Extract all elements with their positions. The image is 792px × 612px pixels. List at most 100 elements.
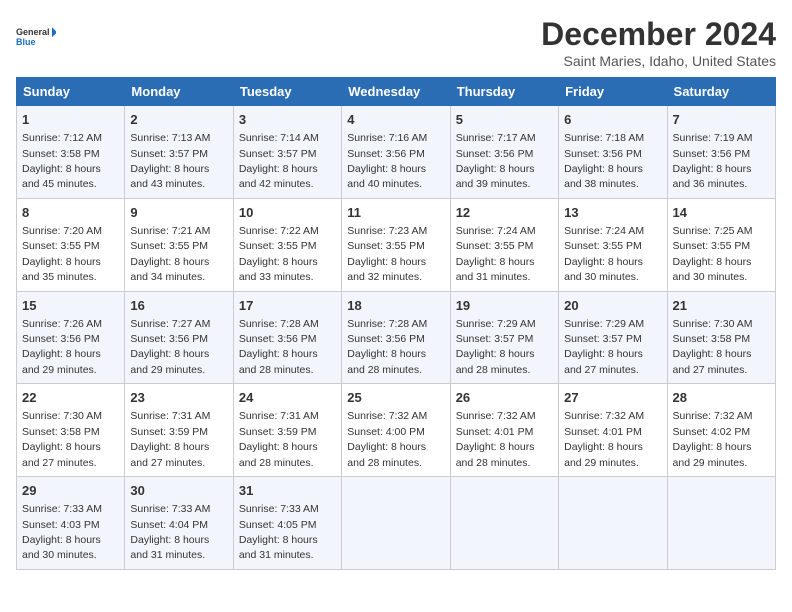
logo: General Blue xyxy=(16,16,56,56)
col-header-saturday: Saturday xyxy=(667,78,775,106)
day-number: 29 xyxy=(22,482,119,500)
calendar-cell: 26 Sunrise: 7:32 AMSunset: 4:01 PMDaylig… xyxy=(450,384,558,477)
calendar-cell: 8 Sunrise: 7:20 AMSunset: 3:55 PMDayligh… xyxy=(17,198,125,291)
day-number: 5 xyxy=(456,111,553,129)
day-number: 20 xyxy=(564,297,661,315)
calendar-cell: 5 Sunrise: 7:17 AMSunset: 3:56 PMDayligh… xyxy=(450,106,558,199)
day-info: Sunrise: 7:18 AMSunset: 3:56 PMDaylight:… xyxy=(564,132,644,190)
svg-text:General: General xyxy=(16,27,50,37)
day-number: 19 xyxy=(456,297,553,315)
col-header-friday: Friday xyxy=(559,78,667,106)
day-number: 11 xyxy=(347,204,444,222)
day-number: 30 xyxy=(130,482,227,500)
calendar-cell: 15 Sunrise: 7:26 AMSunset: 3:56 PMDaylig… xyxy=(17,291,125,384)
day-info: Sunrise: 7:17 AMSunset: 3:56 PMDaylight:… xyxy=(456,132,536,190)
day-info: Sunrise: 7:31 AMSunset: 3:59 PMDaylight:… xyxy=(239,410,319,468)
calendar-cell xyxy=(450,477,558,570)
calendar-row-4: 22 Sunrise: 7:30 AMSunset: 3:58 PMDaylig… xyxy=(17,384,776,477)
calendar-row-5: 29 Sunrise: 7:33 AMSunset: 4:03 PMDaylig… xyxy=(17,477,776,570)
day-info: Sunrise: 7:28 AMSunset: 3:56 PMDaylight:… xyxy=(239,318,319,376)
day-number: 31 xyxy=(239,482,336,500)
day-number: 9 xyxy=(130,204,227,222)
calendar-row-1: 1 Sunrise: 7:12 AMSunset: 3:58 PMDayligh… xyxy=(17,106,776,199)
day-number: 15 xyxy=(22,297,119,315)
page-subtitle: Saint Maries, Idaho, United States xyxy=(541,53,776,69)
day-number: 28 xyxy=(673,389,770,407)
calendar-cell: 24 Sunrise: 7:31 AMSunset: 3:59 PMDaylig… xyxy=(233,384,341,477)
calendar-cell: 28 Sunrise: 7:32 AMSunset: 4:02 PMDaylig… xyxy=(667,384,775,477)
day-number: 22 xyxy=(22,389,119,407)
title-area: December 2024 Saint Maries, Idaho, Unite… xyxy=(541,16,776,69)
day-info: Sunrise: 7:29 AMSunset: 3:57 PMDaylight:… xyxy=(564,318,644,376)
calendar-row-2: 8 Sunrise: 7:20 AMSunset: 3:55 PMDayligh… xyxy=(17,198,776,291)
day-info: Sunrise: 7:32 AMSunset: 4:02 PMDaylight:… xyxy=(673,410,753,468)
day-info: Sunrise: 7:24 AMSunset: 3:55 PMDaylight:… xyxy=(564,225,644,283)
day-number: 23 xyxy=(130,389,227,407)
day-number: 6 xyxy=(564,111,661,129)
day-number: 2 xyxy=(130,111,227,129)
calendar-cell: 23 Sunrise: 7:31 AMSunset: 3:59 PMDaylig… xyxy=(125,384,233,477)
day-number: 17 xyxy=(239,297,336,315)
logo-svg: General Blue xyxy=(16,16,56,56)
calendar-cell: 2 Sunrise: 7:13 AMSunset: 3:57 PMDayligh… xyxy=(125,106,233,199)
day-info: Sunrise: 7:30 AMSunset: 3:58 PMDaylight:… xyxy=(22,410,102,468)
day-number: 18 xyxy=(347,297,444,315)
page-title: December 2024 xyxy=(541,16,776,53)
day-number: 24 xyxy=(239,389,336,407)
calendar-cell: 1 Sunrise: 7:12 AMSunset: 3:58 PMDayligh… xyxy=(17,106,125,199)
calendar-cell: 7 Sunrise: 7:19 AMSunset: 3:56 PMDayligh… xyxy=(667,106,775,199)
day-info: Sunrise: 7:32 AMSunset: 4:01 PMDaylight:… xyxy=(564,410,644,468)
day-info: Sunrise: 7:29 AMSunset: 3:57 PMDaylight:… xyxy=(456,318,536,376)
day-info: Sunrise: 7:12 AMSunset: 3:58 PMDaylight:… xyxy=(22,132,102,190)
day-info: Sunrise: 7:33 AMSunset: 4:05 PMDaylight:… xyxy=(239,503,319,561)
calendar-cell: 13 Sunrise: 7:24 AMSunset: 3:55 PMDaylig… xyxy=(559,198,667,291)
calendar-cell: 10 Sunrise: 7:22 AMSunset: 3:55 PMDaylig… xyxy=(233,198,341,291)
day-info: Sunrise: 7:13 AMSunset: 3:57 PMDaylight:… xyxy=(130,132,210,190)
calendar-cell: 4 Sunrise: 7:16 AMSunset: 3:56 PMDayligh… xyxy=(342,106,450,199)
day-info: Sunrise: 7:21 AMSunset: 3:55 PMDaylight:… xyxy=(130,225,210,283)
calendar-cell: 6 Sunrise: 7:18 AMSunset: 3:56 PMDayligh… xyxy=(559,106,667,199)
calendar-cell: 14 Sunrise: 7:25 AMSunset: 3:55 PMDaylig… xyxy=(667,198,775,291)
day-number: 13 xyxy=(564,204,661,222)
svg-text:Blue: Blue xyxy=(16,37,36,47)
calendar-cell: 30 Sunrise: 7:33 AMSunset: 4:04 PMDaylig… xyxy=(125,477,233,570)
calendar-cell: 25 Sunrise: 7:32 AMSunset: 4:00 PMDaylig… xyxy=(342,384,450,477)
col-header-tuesday: Tuesday xyxy=(233,78,341,106)
day-number: 10 xyxy=(239,204,336,222)
calendar-cell: 29 Sunrise: 7:33 AMSunset: 4:03 PMDaylig… xyxy=(17,477,125,570)
day-number: 1 xyxy=(22,111,119,129)
day-info: Sunrise: 7:33 AMSunset: 4:03 PMDaylight:… xyxy=(22,503,102,561)
calendar-cell: 12 Sunrise: 7:24 AMSunset: 3:55 PMDaylig… xyxy=(450,198,558,291)
day-number: 27 xyxy=(564,389,661,407)
day-info: Sunrise: 7:19 AMSunset: 3:56 PMDaylight:… xyxy=(673,132,753,190)
calendar-row-3: 15 Sunrise: 7:26 AMSunset: 3:56 PMDaylig… xyxy=(17,291,776,384)
day-info: Sunrise: 7:30 AMSunset: 3:58 PMDaylight:… xyxy=(673,318,753,376)
day-info: Sunrise: 7:24 AMSunset: 3:55 PMDaylight:… xyxy=(456,225,536,283)
calendar-cell: 16 Sunrise: 7:27 AMSunset: 3:56 PMDaylig… xyxy=(125,291,233,384)
calendar-table: SundayMondayTuesdayWednesdayThursdayFrid… xyxy=(16,77,776,570)
day-info: Sunrise: 7:32 AMSunset: 4:00 PMDaylight:… xyxy=(347,410,427,468)
col-header-monday: Monday xyxy=(125,78,233,106)
calendar-cell: 31 Sunrise: 7:33 AMSunset: 4:05 PMDaylig… xyxy=(233,477,341,570)
col-header-thursday: Thursday xyxy=(450,78,558,106)
col-header-sunday: Sunday xyxy=(17,78,125,106)
day-info: Sunrise: 7:25 AMSunset: 3:55 PMDaylight:… xyxy=(673,225,753,283)
day-number: 12 xyxy=(456,204,553,222)
calendar-cell: 21 Sunrise: 7:30 AMSunset: 3:58 PMDaylig… xyxy=(667,291,775,384)
day-info: Sunrise: 7:16 AMSunset: 3:56 PMDaylight:… xyxy=(347,132,427,190)
day-info: Sunrise: 7:28 AMSunset: 3:56 PMDaylight:… xyxy=(347,318,427,376)
calendar-cell xyxy=(342,477,450,570)
calendar-cell xyxy=(559,477,667,570)
day-info: Sunrise: 7:31 AMSunset: 3:59 PMDaylight:… xyxy=(130,410,210,468)
calendar-cell: 19 Sunrise: 7:29 AMSunset: 3:57 PMDaylig… xyxy=(450,291,558,384)
header-row: SundayMondayTuesdayWednesdayThursdayFrid… xyxy=(17,78,776,106)
day-info: Sunrise: 7:20 AMSunset: 3:55 PMDaylight:… xyxy=(22,225,102,283)
day-number: 25 xyxy=(347,389,444,407)
calendar-cell: 20 Sunrise: 7:29 AMSunset: 3:57 PMDaylig… xyxy=(559,291,667,384)
calendar-cell: 18 Sunrise: 7:28 AMSunset: 3:56 PMDaylig… xyxy=(342,291,450,384)
header: General Blue December 2024 Saint Maries,… xyxy=(16,16,776,69)
calendar-cell: 22 Sunrise: 7:30 AMSunset: 3:58 PMDaylig… xyxy=(17,384,125,477)
day-info: Sunrise: 7:33 AMSunset: 4:04 PMDaylight:… xyxy=(130,503,210,561)
day-info: Sunrise: 7:27 AMSunset: 3:56 PMDaylight:… xyxy=(130,318,210,376)
calendar-cell: 17 Sunrise: 7:28 AMSunset: 3:56 PMDaylig… xyxy=(233,291,341,384)
